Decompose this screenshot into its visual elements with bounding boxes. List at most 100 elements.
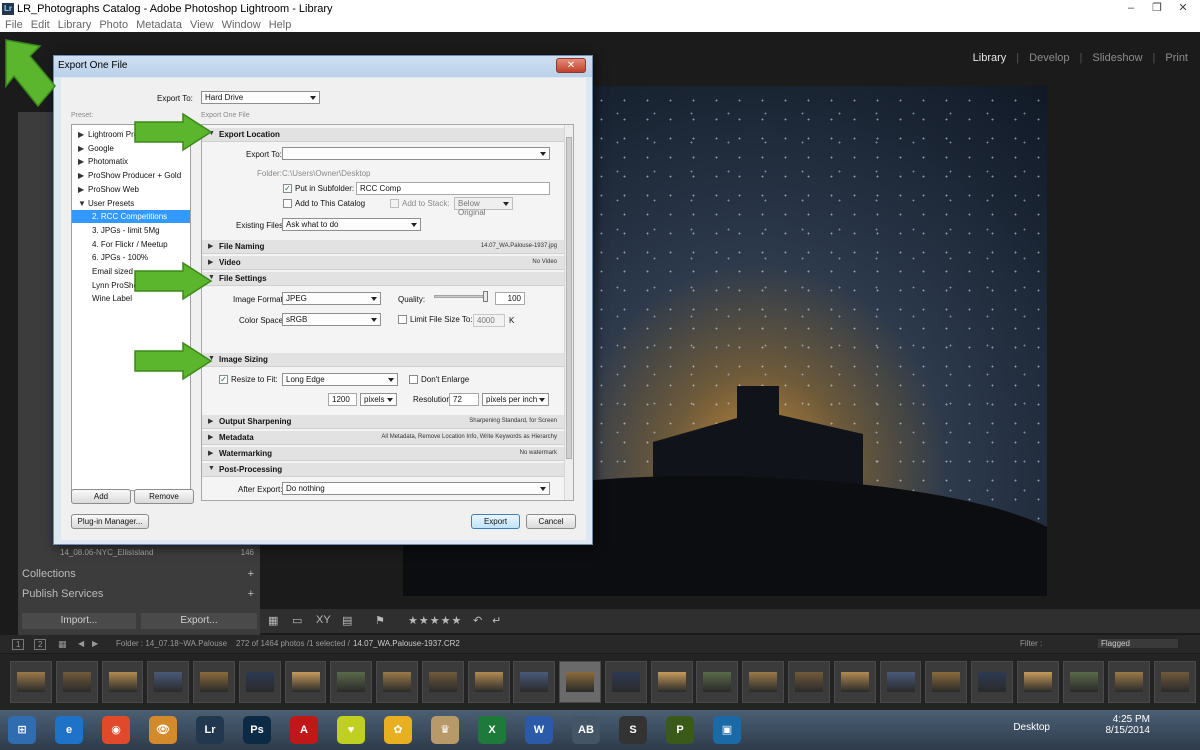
add-collection-icon[interactable]: + xyxy=(248,568,254,580)
filmstrip-thumbnail[interactable] xyxy=(284,661,327,703)
window-1-button[interactable]: 1 xyxy=(12,639,25,650)
add-publish-icon[interactable]: + xyxy=(248,588,254,600)
ie-icon[interactable]: e xyxy=(55,716,83,744)
flag-icon[interactable]: ⚑ xyxy=(375,614,385,627)
filmstrip-thumbnail[interactable] xyxy=(147,661,190,703)
filmstrip-thumbnail[interactable] xyxy=(467,661,510,703)
rotate-right-icon[interactable]: ↵ xyxy=(492,614,501,627)
add-stack-checkbox[interactable] xyxy=(390,199,399,208)
grid-view-icon[interactable]: ▦ xyxy=(268,614,278,627)
creative-cloud-icon[interactable]: A xyxy=(290,716,318,744)
back-arrow-icon[interactable]: ◀ xyxy=(78,639,84,648)
section-export-location[interactable]: ▼ Export Location xyxy=(202,128,565,142)
grid-icon[interactable]: ▦ xyxy=(58,639,67,650)
menu-help[interactable]: Help xyxy=(269,19,292,31)
compare-view-icon[interactable]: XY xyxy=(316,614,331,627)
module-print[interactable]: Print xyxy=(1165,52,1188,64)
maximize-button[interactable]: ❐ xyxy=(1144,0,1170,16)
section-output-sharpening[interactable]: ▶ Output Sharpening Sharpening Standard,… xyxy=(202,415,565,429)
filmstrip-thumbnail[interactable] xyxy=(238,661,281,703)
app-icon[interactable]: ♛ xyxy=(431,716,459,744)
filmstrip-thumbnail[interactable] xyxy=(10,661,52,703)
filmstrip-thumbnail[interactable] xyxy=(1062,661,1105,703)
plugin-manager-button[interactable]: Plug-in Manager... xyxy=(71,514,149,529)
section-metadata[interactable]: ▶ Metadata All Metadata, Remove Location… xyxy=(202,431,565,445)
filmstrip-thumbnail[interactable] xyxy=(101,661,144,703)
start-icon[interactable]: ⊞ xyxy=(8,716,36,744)
app-icon[interactable]: ▣ xyxy=(713,716,741,744)
settings-scrollbar[interactable] xyxy=(564,125,573,500)
filmstrip-thumbnail[interactable] xyxy=(833,661,876,703)
filmstrip-thumbnail[interactable] xyxy=(513,661,556,703)
section-watermarking[interactable]: ▶ Watermarking No watermark xyxy=(202,447,565,461)
add-preset-button[interactable]: Add xyxy=(71,489,131,504)
filmstrip-thumbnail[interactable] xyxy=(1154,661,1197,703)
clock-time[interactable]: 4:25 PM xyxy=(1106,714,1150,725)
menu-library[interactable]: Library xyxy=(58,19,92,31)
subfolder-checkbox[interactable]: ✓ xyxy=(283,184,292,193)
import-button[interactable]: Import... xyxy=(22,613,136,629)
rating-stars[interactable]: ★★★★★ xyxy=(408,614,462,627)
menu-photo[interactable]: Photo xyxy=(99,19,128,31)
quality-input[interactable]: 100 xyxy=(495,292,525,305)
location-export-to-dropdown[interactable] xyxy=(282,147,550,160)
preset-item[interactable]: ▶ ProShow Web xyxy=(72,183,190,196)
folder-row[interactable]: 14_08.06-NYC_EllisIsland 146 xyxy=(60,548,260,557)
section-video[interactable]: ▶ Video No Video xyxy=(202,256,565,270)
filmstrip-thumbnail[interactable] xyxy=(55,661,98,703)
resolution-input[interactable]: 72 xyxy=(449,393,479,406)
filmstrip-thumbnail[interactable] xyxy=(879,661,922,703)
clock-date[interactable]: 8/15/2014 xyxy=(1106,725,1151,736)
filmstrip-thumbnail[interactable] xyxy=(421,661,464,703)
filmstrip-thumbnail[interactable] xyxy=(971,661,1013,703)
forward-arrow-icon[interactable]: ▶ xyxy=(92,639,98,648)
app-icon[interactable]: P xyxy=(666,716,694,744)
filmstrip-thumbnail[interactable] xyxy=(604,661,647,703)
chrome-icon[interactable]: ◉ xyxy=(102,716,130,744)
section-file-naming[interactable]: ▶ File Naming 14.07_WA.Palouse-1937.jpg xyxy=(202,240,565,254)
stack-position-dropdown[interactable]: Below Original xyxy=(454,197,513,217)
preset-item[interactable]: ▼ User Presets xyxy=(72,197,190,210)
menu-metadata[interactable]: Metadata xyxy=(136,19,182,31)
menu-edit[interactable]: Edit xyxy=(31,19,50,31)
image-format-dropdown[interactable]: JPEG xyxy=(282,292,381,305)
survey-view-icon[interactable]: ▤ xyxy=(342,614,352,627)
filmstrip-thumbnail[interactable] xyxy=(376,661,418,703)
filter-dropdown[interactable]: Flagged xyxy=(1098,639,1178,648)
preset-item[interactable]: 3. JPGs - limit 5Mg xyxy=(72,224,190,237)
filmstrip-thumbnail[interactable] xyxy=(1016,661,1059,703)
resize-mode-dropdown[interactable]: Long Edge xyxy=(282,373,398,386)
app-icon[interactable]: AB xyxy=(572,716,600,744)
cancel-button[interactable]: Cancel xyxy=(526,514,576,529)
existing-files-dropdown[interactable]: Ask what to do xyxy=(282,218,421,231)
filmstrip-thumbnail[interactable] xyxy=(650,661,693,703)
section-image-sizing[interactable]: ▼ Image Sizing xyxy=(202,353,565,367)
limit-size-checkbox[interactable] xyxy=(398,315,407,324)
section-post-processing[interactable]: ▼ Post-Processing xyxy=(202,463,565,477)
limit-size-input[interactable]: 4000 xyxy=(473,314,505,327)
export-to-dropdown[interactable]: Hard Drive xyxy=(201,91,320,104)
filmstrip-thumbnail[interactable] xyxy=(193,661,235,703)
desktop-toolbar-label[interactable]: Desktop xyxy=(1013,722,1050,733)
settings-scrollbar-thumb[interactable] xyxy=(566,137,572,459)
selected-filename[interactable]: 14.07_WA.Palouse-1937.CR2 xyxy=(353,639,460,648)
word-icon[interactable]: W xyxy=(525,716,553,744)
app-icon[interactable]: ♥ xyxy=(337,716,365,744)
filmstrip-thumbnail[interactable] xyxy=(788,661,830,703)
export-button[interactable]: Export... xyxy=(141,613,257,629)
rotate-left-icon[interactable]: ↶ xyxy=(473,614,482,627)
filmstrip-thumbnail[interactable] xyxy=(696,661,739,703)
after-export-dropdown[interactable]: Do nothing xyxy=(282,482,550,495)
module-develop[interactable]: Develop xyxy=(1029,52,1069,64)
size-unit-dropdown[interactable]: pixels xyxy=(360,393,397,406)
menu-window[interactable]: Window xyxy=(222,19,261,31)
filmstrip-thumbnail[interactable] xyxy=(742,661,785,703)
preset-item[interactable]: 2. RCC Competitions xyxy=(72,210,190,224)
quality-slider-knob[interactable] xyxy=(483,291,488,302)
lightroom-icon[interactable]: Lr xyxy=(196,716,224,744)
filmstrip-source[interactable]: Folder : 14_07.18~WA.Palouse xyxy=(116,639,227,648)
close-window-button[interactable]: ✕ xyxy=(1170,0,1196,16)
resolution-unit-dropdown[interactable]: pixels per inch xyxy=(482,393,549,406)
add-catalog-checkbox[interactable] xyxy=(283,199,292,208)
filmstrip-thumbnail[interactable] xyxy=(925,661,968,703)
